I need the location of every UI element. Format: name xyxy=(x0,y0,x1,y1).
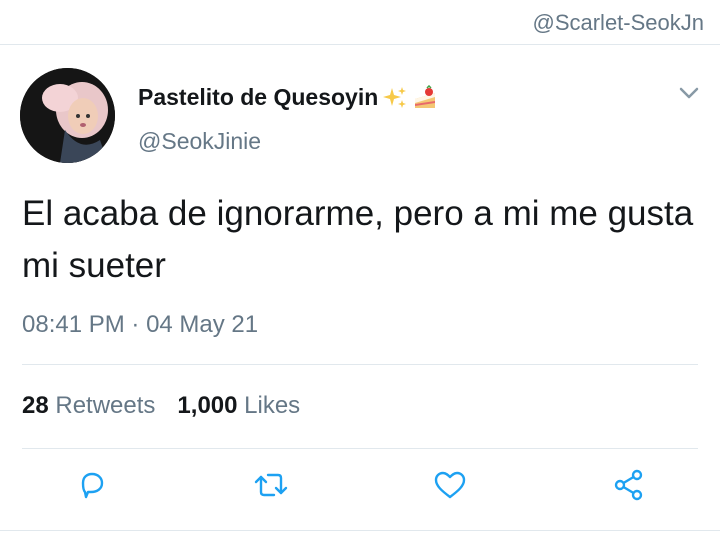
meta-separator: · xyxy=(124,311,147,338)
watermark: @Scarlet-SeokJn xyxy=(532,10,704,35)
tweet-date: 04 May 21 xyxy=(146,311,259,338)
display-name[interactable]: Pastelito de Quesoyin xyxy=(138,84,438,111)
chevron-down-icon[interactable] xyxy=(678,84,700,102)
divider xyxy=(22,364,698,365)
retweets-stat[interactable]: 28 Retweets xyxy=(22,392,155,420)
tweet-text: El acaba de ignorarme, pero a mi me gust… xyxy=(22,194,694,285)
avatar-image xyxy=(20,68,115,163)
retweet-button[interactable] xyxy=(251,465,291,505)
likes-count: 1,000 xyxy=(177,392,238,419)
sparkles-icon xyxy=(383,86,407,108)
tweet-time: 08:41 PM xyxy=(22,311,125,338)
top-divider xyxy=(0,44,720,45)
retweets-count: 28 xyxy=(22,392,49,419)
share-button[interactable] xyxy=(609,465,649,505)
share-icon xyxy=(614,469,643,501)
divider xyxy=(0,530,720,531)
tweet-stats: 28 Retweets 1,000 Likes xyxy=(22,392,300,420)
avatar[interactable] xyxy=(20,68,115,163)
display-name-text: Pastelito de Quesoyin xyxy=(138,84,379,110)
likes-stat[interactable]: 1,000 Likes xyxy=(177,392,300,420)
divider xyxy=(22,448,698,449)
retweets-label: Retweets xyxy=(48,392,156,419)
tweet-timestamp[interactable]: 08:41 PM · 04 May 21 xyxy=(22,311,258,339)
retweet-icon xyxy=(254,473,288,497)
handle[interactable]: @SeokJinie xyxy=(138,128,261,155)
reply-button[interactable] xyxy=(72,465,112,505)
tweet-actions xyxy=(0,465,720,513)
like-icon xyxy=(434,471,466,499)
strawberry-cake-icon xyxy=(415,84,436,108)
likes-label: Likes xyxy=(237,392,301,419)
reply-icon xyxy=(81,472,104,499)
like-button[interactable] xyxy=(430,465,470,505)
